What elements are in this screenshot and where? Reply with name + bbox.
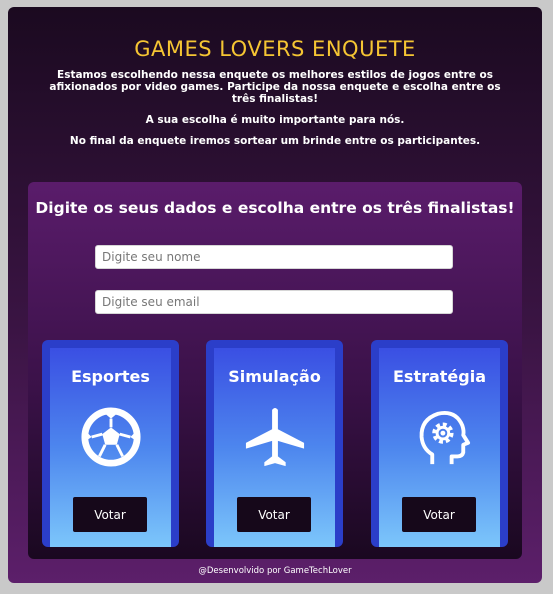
page-container: GAMES LOVERS ENQUETE Estamos escolhendo … — [8, 7, 542, 583]
form-title: Digite os seus dados e escolha entre os … — [35, 199, 515, 217]
email-input[interactable] — [95, 290, 453, 314]
intro-text: Estamos escolhendo nessa enquete os melh… — [36, 69, 514, 156]
soccer-ball-icon — [81, 407, 141, 467]
name-input[interactable] — [95, 245, 453, 269]
head-gear-icon — [419, 411, 471, 465]
vote-button-simulacao[interactable]: Votar — [237, 497, 311, 532]
page-title: GAMES LOVERS ENQUETE — [134, 37, 416, 62]
vote-button-esportes[interactable]: Votar — [73, 497, 147, 532]
vote-button-estrategia[interactable]: Votar — [402, 497, 476, 532]
airplane-icon — [245, 407, 305, 467]
option-card-simulacao: Simulação Votar — [206, 340, 343, 547]
poll-panel: Digite os seus dados e escolha entre os … — [28, 182, 522, 559]
footer-credit: @Desenvolvido por GameTechLover — [198, 566, 352, 576]
option-title-simulacao: Simulação — [228, 367, 321, 386]
intro-paragraph-2: A sua escolha é muito importante para nó… — [145, 114, 405, 126]
option-card-esportes: Esportes Votar — [42, 340, 179, 547]
option-card-estrategia: Estratégia Votar — [371, 340, 508, 547]
option-card-inner: Estratégia Votar — [379, 348, 500, 547]
intro-paragraph-1: Estamos escolhendo nessa enquete os melh… — [49, 69, 501, 105]
option-card-inner: Simulação Votar — [214, 348, 335, 547]
option-card-inner: Esportes Votar — [50, 348, 171, 547]
option-title-esportes: Esportes — [71, 367, 150, 386]
option-title-estrategia: Estratégia — [392, 367, 487, 386]
intro-paragraph-3: No final da enquete iremos sortear um br… — [69, 135, 481, 147]
